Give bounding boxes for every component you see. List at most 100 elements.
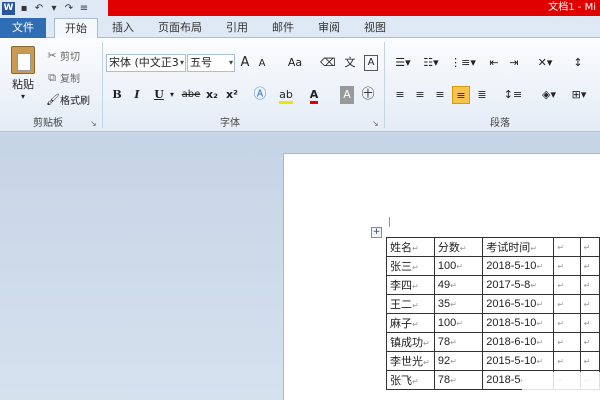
word-app-icon[interactable]: W: [2, 1, 15, 15]
tab-references[interactable]: 引用: [218, 18, 256, 38]
table-cell[interactable]: ↵: [579, 275, 600, 295]
font-size-select[interactable]: 五号 ▾: [187, 54, 235, 72]
cell-end-mark: ↵: [557, 243, 564, 252]
table-cell[interactable]: ↵: [553, 294, 581, 314]
table-cell[interactable]: 78↵: [433, 332, 484, 352]
chevron-down-icon[interactable]: ▾: [168, 86, 176, 104]
text-effects-icon[interactable]: Ⓐ: [252, 86, 268, 104]
table-cell[interactable]: 2017-5-8↵: [482, 275, 555, 295]
highlight-color-icon[interactable]: ab: [278, 86, 294, 104]
table-cell[interactable]: ↵: [579, 237, 600, 257]
tab-insert[interactable]: 插入: [104, 18, 142, 38]
table-cell[interactable]: 麻子↵: [386, 313, 435, 333]
clear-format-icon[interactable]: ⌫: [320, 54, 336, 72]
table-cell[interactable]: ↵: [553, 351, 581, 371]
shrink-font-button[interactable]: A: [256, 55, 268, 73]
format-painter-button[interactable]: 🖌 格式刷: [46, 92, 90, 107]
table-cell[interactable]: 李世光↵: [386, 351, 435, 371]
table-cell[interactable]: ↵: [579, 313, 600, 333]
dropdown-icon[interactable]: ▾: [48, 3, 60, 14]
table-cell[interactable]: 2015-5-10↵: [482, 351, 555, 371]
table-cell[interactable]: ↵: [553, 237, 581, 257]
table-cell[interactable]: 王二↵: [386, 294, 435, 314]
text-cursor: [389, 217, 390, 227]
table-cell[interactable]: 分数↵: [433, 237, 484, 257]
shading-icon[interactable]: ◈▾: [538, 86, 560, 104]
table-cell[interactable]: 李四↵: [386, 275, 435, 295]
font-color-icon[interactable]: A: [306, 86, 322, 104]
tab-page-layout[interactable]: 页面布局: [148, 18, 212, 38]
cell-end-mark: ↵: [557, 262, 564, 271]
table-cell[interactable]: 姓名↵: [386, 237, 435, 257]
save-icon[interactable]: ▪: [18, 3, 30, 14]
table-cell[interactable]: 2018-5-10↵: [482, 313, 555, 333]
char-shading-icon[interactable]: A: [340, 86, 354, 104]
subscript-button[interactable]: x₂: [204, 86, 220, 104]
cut-button[interactable]: ✂ 剪切: [46, 48, 80, 63]
tab-file[interactable]: 文件: [0, 18, 46, 38]
align-center-icon[interactable]: ≡: [412, 86, 428, 104]
table-cell[interactable]: ↵: [579, 351, 600, 371]
table-cell[interactable]: 张飞↵: [386, 370, 435, 390]
table-cell[interactable]: 92↵: [433, 351, 484, 371]
tab-mailings[interactable]: 邮件: [264, 18, 302, 38]
score-table[interactable]: 姓名↵ 分数↵ 考试时间↵ ↵ ↵ 张三↵ 100↵ 2018-5-10↵ ↵ ↵ 李四↵ 49↵ 20…: [386, 237, 600, 390]
clipboard-launcher-icon[interactable]: ↘: [90, 119, 97, 128]
sort-icon[interactable]: ↕: [570, 54, 586, 72]
phonetic-guide-button[interactable]: 文: [342, 54, 358, 72]
table-cell[interactable]: 张三↵: [386, 256, 435, 276]
change-case-button[interactable]: Aa: [284, 54, 306, 72]
cell-text: 78: [437, 374, 451, 386]
undo-icon[interactable]: ↶: [33, 3, 45, 14]
table-cell[interactable]: 100↵: [433, 313, 484, 333]
table-cell[interactable]: 78↵: [433, 370, 484, 390]
table-cell[interactable]: 2018-6-10↵: [482, 332, 555, 352]
justify-icon[interactable]: ≡: [452, 86, 470, 104]
superscript-button[interactable]: x²: [224, 86, 240, 104]
table-cell[interactable]: ↵: [553, 275, 581, 295]
italic-button[interactable]: I: [130, 86, 144, 104]
grow-font-button[interactable]: A: [238, 54, 252, 72]
table-cell[interactable]: ↵: [579, 294, 600, 314]
tab-home[interactable]: 开始: [54, 18, 98, 39]
decrease-indent-icon[interactable]: ⇤: [486, 54, 502, 72]
bold-button[interactable]: B: [110, 86, 124, 104]
table-move-handle-icon[interactable]: +: [371, 227, 382, 238]
table-cell[interactable]: 考试时间↵: [482, 237, 555, 257]
table-cell[interactable]: ↵: [579, 256, 600, 276]
redo-icon[interactable]: ↷: [63, 3, 75, 14]
customize-qat-icon[interactable]: ≡: [78, 3, 90, 14]
bullets-icon[interactable]: ☰▾: [392, 54, 414, 72]
copy-button[interactable]: ⧉ 复制: [46, 70, 80, 86]
borders-icon[interactable]: ⊞▾: [568, 86, 590, 104]
table-cell[interactable]: ↵: [553, 332, 581, 352]
cell-text: 2015-5-10: [486, 355, 537, 367]
table-cell[interactable]: 2016-5-10↵: [482, 294, 555, 314]
table-cell[interactable]: 镇成功↵: [386, 332, 435, 352]
numbering-icon[interactable]: ☷▾: [420, 54, 442, 72]
font-launcher-icon[interactable]: ↘: [372, 119, 379, 128]
table-cell[interactable]: 49↵: [433, 275, 484, 295]
enclose-char-icon[interactable]: ㊉: [360, 86, 376, 104]
distributed-icon[interactable]: ≣: [474, 86, 490, 104]
tab-view[interactable]: 视图: [356, 18, 394, 38]
table-cell[interactable]: ↵: [553, 256, 581, 276]
table-cell[interactable]: ↵: [553, 313, 581, 333]
align-right-icon[interactable]: ≡: [432, 86, 448, 104]
table-cell[interactable]: ↵: [579, 332, 600, 352]
table-cell[interactable]: 100↵: [433, 256, 484, 276]
increase-indent-icon[interactable]: ⇥: [506, 54, 522, 72]
paste-button[interactable]: 粘贴 ▾: [8, 46, 38, 102]
table-cell[interactable]: 2018-5-10↵: [482, 256, 555, 276]
multilevel-list-icon[interactable]: ⋮≡▾: [450, 54, 476, 72]
chinese-layout-icon[interactable]: ✕▾: [534, 54, 556, 72]
align-left-icon[interactable]: ≡: [392, 86, 408, 104]
char-border-button[interactable]: A: [364, 55, 378, 71]
cell-end-mark: ↵: [450, 300, 457, 309]
underline-button[interactable]: U: [152, 86, 166, 104]
line-spacing-icon[interactable]: ↕≡: [502, 86, 524, 104]
font-name-select[interactable]: 宋体 (中文正3 ▾: [106, 54, 186, 72]
tab-review[interactable]: 审阅: [310, 18, 348, 38]
table-cell[interactable]: 35↵: [433, 294, 484, 314]
strikethrough-button[interactable]: abe: [180, 86, 202, 104]
